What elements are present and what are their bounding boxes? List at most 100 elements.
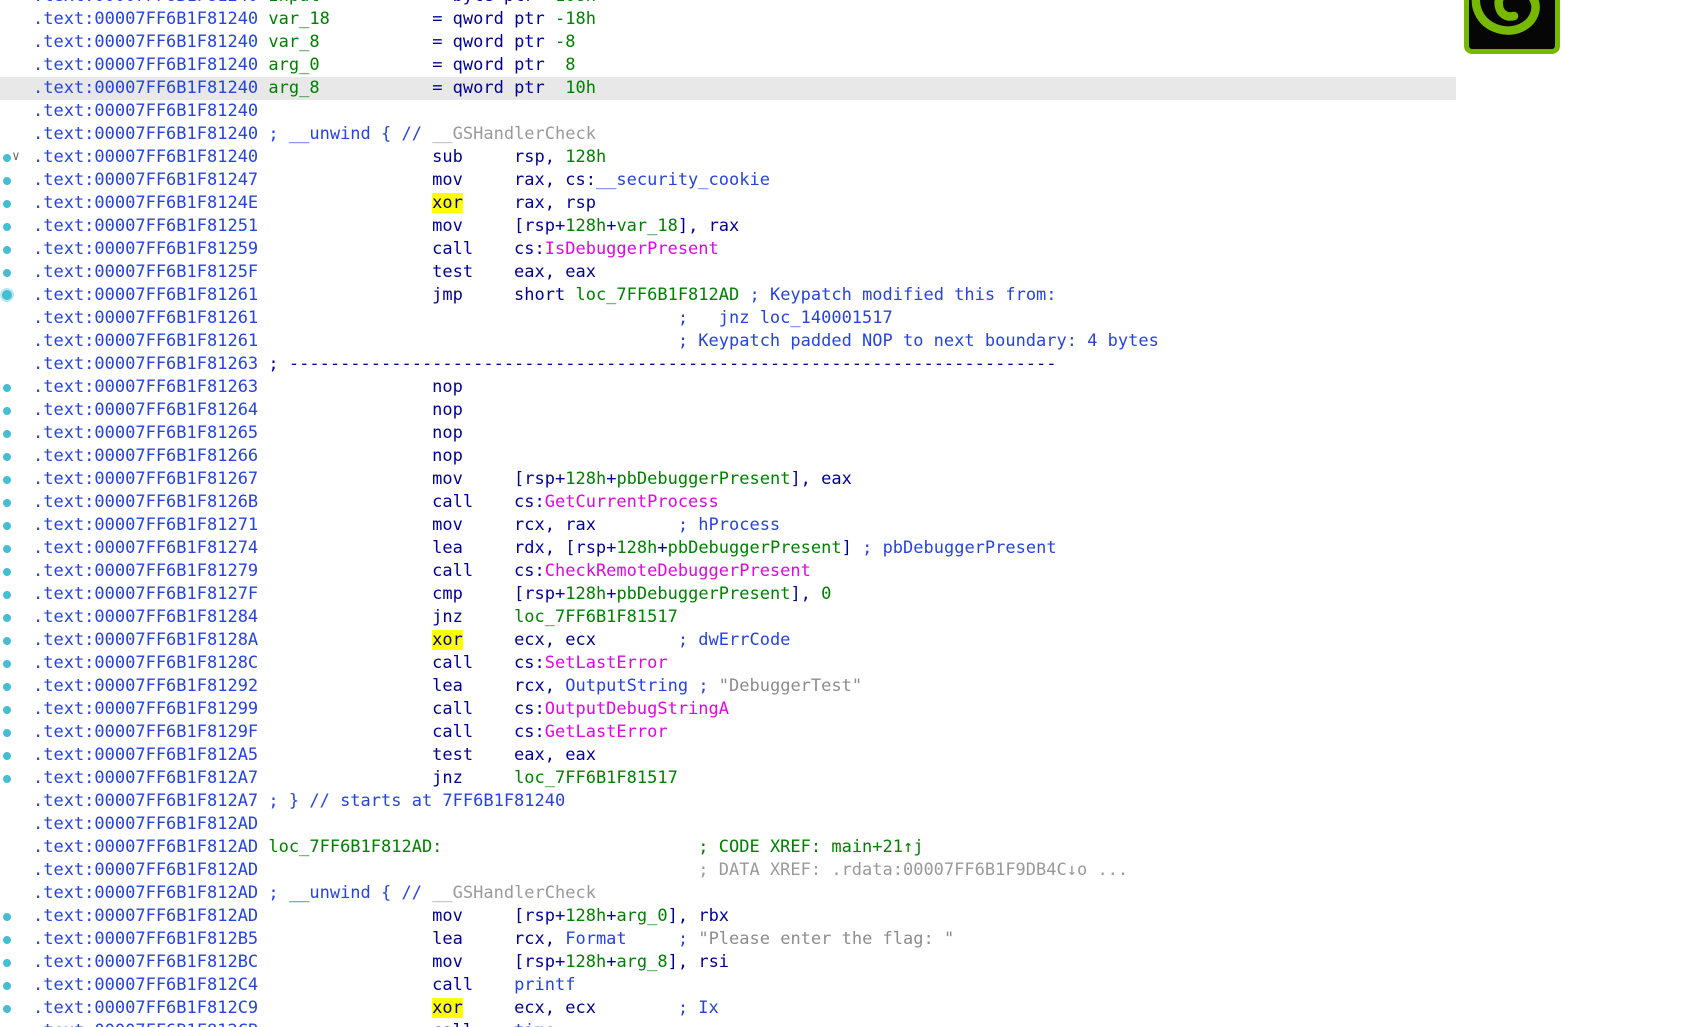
asm-segment-insn bbox=[442, 837, 698, 857]
asm-line[interactable]: ∨ .text:00007FF6B1F81240 sub rsp, 128h bbox=[0, 146, 1456, 169]
asm-line[interactable]: .text:00007FF6B1F812C4 call printf bbox=[0, 974, 1456, 997]
execution-marker-dot-icon bbox=[3, 660, 11, 668]
asm-line[interactable]: .text:00007FF6B1F812A7 jnz loc_7FF6B1F81… bbox=[0, 767, 1456, 790]
asm-line[interactable]: .text:00007FF6B1F812AD ; DATA XREF: .rda… bbox=[0, 859, 1456, 882]
asm-segment-addr: .text:00007FF6B1F81263 bbox=[33, 354, 259, 374]
asm-segment-name: Input bbox=[268, 0, 319, 6]
asm-text: .text:00007FF6B1F81263 nop bbox=[33, 376, 463, 399]
asm-line[interactable]: .text:00007FF6B1F81240 ; __unwind { // _… bbox=[0, 123, 1456, 146]
asm-line[interactable]: .text:00007FF6B1F81240 bbox=[0, 100, 1456, 123]
asm-line[interactable]: .text:00007FF6B1F81240 arg_0 = qword ptr… bbox=[0, 54, 1456, 77]
asm-line[interactable]: .text:00007FF6B1F81240 var_8 = qword ptr… bbox=[0, 31, 1456, 54]
asm-segment-insn bbox=[258, 308, 678, 328]
asm-segment-cmt: ; __unwind { // bbox=[268, 883, 433, 903]
asm-line[interactable]: .text:00007FF6B1F81299 call cs:OutputDeb… bbox=[0, 698, 1456, 721]
asm-line[interactable]: .text:00007FF6B1F81261 ; jnz loc_1400015… bbox=[0, 307, 1456, 330]
asm-line[interactable]: .text:00007FF6B1F81251 mov [rsp+128h+var… bbox=[0, 215, 1456, 238]
asm-text: .text:00007FF6B1F8128C call cs:SetLastEr… bbox=[33, 652, 668, 675]
asm-line[interactable]: .text:00007FF6B1F81279 call cs:CheckRemo… bbox=[0, 560, 1456, 583]
asm-line[interactable]: .text:00007FF6B1F812AD bbox=[0, 813, 1456, 836]
asm-line[interactable]: .text:00007FF6B1F81274 lea rdx, [rsp+128… bbox=[0, 537, 1456, 560]
asm-segment-insn: ; --------------------------------------… bbox=[268, 354, 1057, 374]
asm-segment-num: 128h bbox=[565, 952, 607, 972]
asm-text: .text:00007FF6B1F812BC mov [rsp+128h+arg… bbox=[33, 951, 729, 974]
collapse-arrow-icon[interactable]: ∨ bbox=[12, 147, 20, 167]
line-gutter bbox=[0, 376, 33, 399]
asm-segment-loc: loc_7FF6B1F81517 bbox=[514, 768, 678, 788]
asm-segment-name: arg_0 bbox=[616, 906, 668, 926]
disassembly-listing[interactable]: .text:00007FF6B1F81240 Input = byte ptr … bbox=[0, 0, 1456, 1027]
asm-segment-insn: mov [rsp+ bbox=[432, 469, 566, 489]
asm-line[interactable]: .text:00007FF6B1F81240 arg_8 = qword ptr… bbox=[0, 77, 1456, 100]
asm-segment-cmt: ; dwErrCode bbox=[677, 630, 791, 650]
asm-line[interactable]: .text:00007FF6B1F812CB call time bbox=[0, 1020, 1456, 1027]
line-gutter bbox=[0, 284, 33, 307]
line-gutter bbox=[0, 836, 33, 859]
asm-line[interactable]: .text:00007FF6B1F812AD loc_7FF6B1F812AD:… bbox=[0, 836, 1456, 859]
asm-segment-addr: .text:00007FF6B1F812AD bbox=[33, 883, 259, 903]
asm-segment-insn: ], rsi bbox=[667, 952, 730, 972]
asm-segment-addr: .text:00007FF6B1F812BC bbox=[33, 952, 259, 972]
asm-line[interactable]: .text:00007FF6B1F81271 mov rcx, rax ; hP… bbox=[0, 514, 1456, 537]
asm-segment-dname: printf bbox=[514, 975, 576, 995]
execution-marker-dot-icon bbox=[3, 568, 11, 576]
asm-segment-addr: .text:00007FF6B1F81261 bbox=[33, 331, 259, 351]
asm-segment-insn bbox=[258, 193, 432, 213]
asm-line[interactable]: .text:00007FF6B1F8128A xor ecx, ecx ; dw… bbox=[0, 629, 1456, 652]
asm-line[interactable]: .text:00007FF6B1F81265 nop bbox=[0, 422, 1456, 445]
asm-segment-insn: ecx, ecx bbox=[462, 998, 678, 1018]
asm-line[interactable]: .text:00007FF6B1F8128C call cs:SetLastEr… bbox=[0, 652, 1456, 675]
asm-segment-addr: .text:00007FF6B1F81240 bbox=[33, 9, 259, 29]
asm-segment-insn: call cs: bbox=[432, 561, 545, 581]
asm-line[interactable]: .text:00007FF6B1F812C9 xor ecx, ecx ; Ix bbox=[0, 997, 1456, 1020]
execution-marker-dot-icon bbox=[3, 200, 11, 208]
asm-line[interactable]: .text:00007FF6B1F81247 mov rax, cs:__sec… bbox=[0, 169, 1456, 192]
asm-segment-cmt: ; jnz loc_140001517 bbox=[677, 308, 893, 328]
asm-line[interactable]: .text:00007FF6B1F81261 jmp short loc_7FF… bbox=[0, 284, 1456, 307]
asm-line[interactable]: .text:00007FF6B1F8124E xor rax, rsp bbox=[0, 192, 1456, 215]
asm-text: .text:00007FF6B1F812AD bbox=[33, 813, 258, 836]
asm-segment-insn: + bbox=[657, 538, 668, 558]
asm-line[interactable]: .text:00007FF6B1F8125F test eax, eax bbox=[0, 261, 1456, 284]
line-gutter bbox=[0, 169, 33, 192]
asm-line[interactable]: .text:00007FF6B1F812AD mov [rsp+128h+arg… bbox=[0, 905, 1456, 928]
asm-line[interactable]: .text:00007FF6B1F81261 ; Keypatch padded… bbox=[0, 330, 1456, 353]
asm-text: .text:00007FF6B1F81284 jnz loc_7FF6B1F81… bbox=[33, 606, 678, 629]
asm-line[interactable]: .text:00007FF6B1F812A7 ; } // starts at … bbox=[0, 790, 1456, 813]
asm-line[interactable]: .text:00007FF6B1F81240 Input = byte ptr … bbox=[0, 0, 1456, 8]
nvidia-overlay-icon[interactable] bbox=[1464, 0, 1560, 54]
asm-segment-str: "Please enter the flag: " bbox=[698, 929, 955, 949]
asm-segment-addr: .text:00007FF6B1F81279 bbox=[33, 561, 259, 581]
asm-line[interactable]: .text:00007FF6B1F81263 ; ---------------… bbox=[0, 353, 1456, 376]
asm-line[interactable]: .text:00007FF6B1F81259 call cs:IsDebugge… bbox=[0, 238, 1456, 261]
asm-line[interactable]: .text:00007FF6B1F8126B call cs:GetCurren… bbox=[0, 491, 1456, 514]
asm-segment-insn: lea rdx, [rsp+ bbox=[432, 538, 617, 558]
asm-line[interactable]: .text:00007FF6B1F8127F cmp [rsp+128h+pbD… bbox=[0, 583, 1456, 606]
asm-segment-num: 0 bbox=[821, 584, 832, 604]
asm-line[interactable]: .text:00007FF6B1F81264 nop bbox=[0, 399, 1456, 422]
asm-segment-imp: IsDebuggerPresent bbox=[544, 239, 719, 259]
asm-segment-insn bbox=[258, 860, 698, 880]
asm-segment-num: 128h bbox=[565, 469, 607, 489]
asm-line[interactable]: .text:00007FF6B1F81267 mov [rsp+128h+pbD… bbox=[0, 468, 1456, 491]
line-gutter bbox=[0, 951, 33, 974]
asm-text: .text:00007FF6B1F81240 arg_8 = qword ptr… bbox=[33, 77, 596, 100]
asm-text: .text:00007FF6B1F81240 bbox=[33, 100, 258, 123]
asm-line[interactable]: .text:00007FF6B1F81284 jnz loc_7FF6B1F81… bbox=[0, 606, 1456, 629]
asm-line[interactable]: .text:00007FF6B1F812AD ; __unwind { // _… bbox=[0, 882, 1456, 905]
asm-segment-addr: .text:00007FF6B1F81292 bbox=[33, 676, 259, 696]
ida-disassembly-view: .text:00007FF6B1F81240 Input = byte ptr … bbox=[0, 0, 1693, 1027]
execution-marker-dot-icon bbox=[3, 913, 11, 921]
asm-line[interactable]: .text:00007FF6B1F812BC mov [rsp+128h+arg… bbox=[0, 951, 1456, 974]
asm-line[interactable]: .text:00007FF6B1F81266 nop bbox=[0, 445, 1456, 468]
asm-text: .text:00007FF6B1F81251 mov [rsp+128h+var… bbox=[33, 215, 739, 238]
asm-line[interactable]: .text:00007FF6B1F8129F call cs:GetLastEr… bbox=[0, 721, 1456, 744]
asm-line[interactable]: .text:00007FF6B1F81263 nop bbox=[0, 376, 1456, 399]
asm-line[interactable]: .text:00007FF6B1F81240 var_18 = qword pt… bbox=[0, 8, 1456, 31]
asm-text: .text:00007FF6B1F81271 mov rcx, rax ; hP… bbox=[33, 514, 780, 537]
asm-segment-insn: call cs: bbox=[432, 722, 545, 742]
asm-line[interactable]: .text:00007FF6B1F812A5 test eax, eax bbox=[0, 744, 1456, 767]
asm-line[interactable]: .text:00007FF6B1F81292 lea rcx, OutputSt… bbox=[0, 675, 1456, 698]
asm-line[interactable]: .text:00007FF6B1F812B5 lea rcx, Format ;… bbox=[0, 928, 1456, 951]
asm-text: .text:00007FF6B1F81261 ; jnz loc_1400015… bbox=[33, 307, 893, 330]
